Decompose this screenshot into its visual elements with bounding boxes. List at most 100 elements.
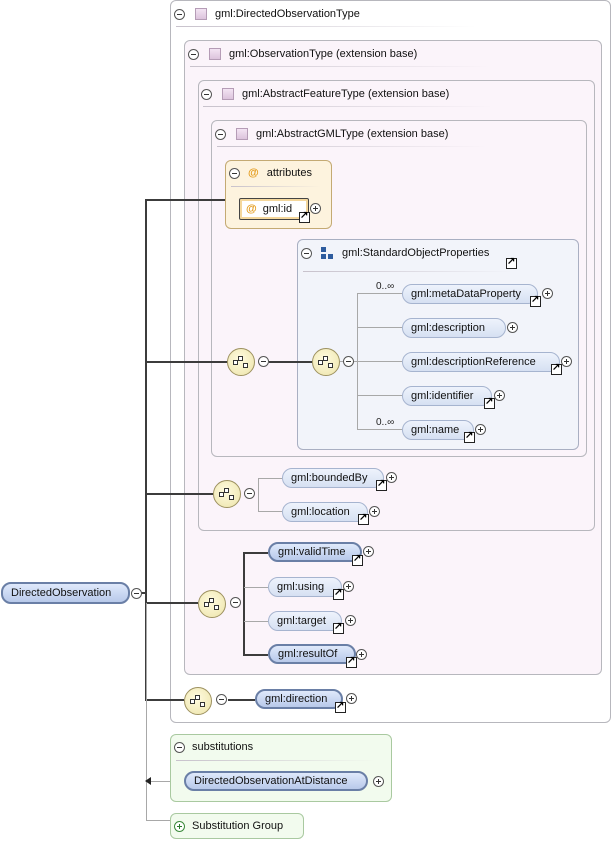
attribute-icon: @: [248, 167, 259, 179]
connector: [228, 699, 255, 701]
collapse-icon[interactable]: [229, 167, 240, 179]
collapse-icon[interactable]: [174, 741, 185, 753]
collapse-icon[interactable]: [201, 88, 212, 100]
element-result-of[interactable]: gml:resultOf: [268, 644, 356, 664]
element-label: gml:using: [277, 581, 325, 593]
group-name: gml:StandardObjectProperties: [342, 247, 490, 259]
cardinality-label: 0..∞: [376, 417, 395, 428]
element-direction[interactable]: gml:direction: [255, 689, 343, 709]
connector: [145, 699, 184, 701]
link-icon[interactable]: [376, 478, 387, 491]
link-icon[interactable]: [530, 294, 541, 307]
element-target[interactable]: gml:target: [268, 611, 342, 631]
sequence-compositor[interactable]: [227, 348, 255, 376]
expand-icon[interactable]: [386, 472, 397, 483]
link-icon[interactable]: [333, 587, 344, 600]
element-label: gml:description: [411, 322, 485, 334]
link-icon[interactable]: [299, 210, 310, 223]
sequence-icon: [190, 695, 206, 707]
expand-icon[interactable]: [343, 581, 354, 592]
collapse-icon[interactable]: [244, 488, 255, 499]
element-using[interactable]: gml:using: [268, 577, 342, 597]
connector: [258, 478, 259, 511]
sequence-compositor[interactable]: [213, 480, 241, 508]
link-icon[interactable]: [346, 655, 357, 668]
divider: [217, 146, 487, 147]
expand-icon[interactable]: [345, 615, 356, 626]
attributes-header: @ attributes: [229, 165, 312, 181]
element-label: DirectedObservation: [11, 587, 112, 599]
connector: [243, 552, 268, 554]
element-label: gml:target: [277, 615, 326, 627]
collapse-icon[interactable]: [174, 8, 185, 20]
link-icon[interactable]: [506, 256, 517, 269]
connector: [244, 587, 268, 588]
connector: [269, 361, 312, 363]
collapse-icon[interactable]: [131, 588, 142, 599]
divider: [190, 66, 490, 67]
element-valid-time[interactable]: gml:validTime: [268, 542, 362, 562]
expand-icon[interactable]: [494, 390, 505, 401]
collapse-icon[interactable]: [343, 356, 354, 367]
attributes-label: attributes: [266, 167, 312, 179]
expand-icon[interactable]: [174, 820, 185, 832]
directed-observation-type-header: gml:DirectedObservationType: [174, 6, 360, 22]
standard-object-properties-header: gml:StandardObjectProperties: [301, 245, 489, 261]
divider: [303, 271, 513, 272]
link-icon[interactable]: [484, 396, 495, 409]
divider: [176, 760, 376, 761]
element-identifier[interactable]: gml:identifier: [402, 386, 492, 406]
expand-icon[interactable]: [369, 506, 380, 517]
type-name: gml:AbstractFeatureType (extension base): [242, 88, 450, 100]
collapse-icon[interactable]: [188, 48, 199, 60]
collapse-icon[interactable]: [301, 247, 312, 259]
expand-icon[interactable]: [507, 322, 518, 333]
expand-icon[interactable]: [310, 203, 321, 214]
connector: [243, 654, 268, 656]
collapse-icon[interactable]: [215, 128, 226, 140]
expand-icon[interactable]: [561, 356, 572, 367]
collapse-icon[interactable]: [216, 694, 227, 705]
abstract-gml-type-header: gml:AbstractGMLType (extension base): [215, 126, 448, 142]
element-label: gml:resultOf: [278, 648, 338, 660]
link-icon[interactable]: [333, 621, 344, 634]
link-icon[interactable]: [464, 430, 475, 443]
sequence-icon: [204, 598, 220, 610]
element-description[interactable]: gml:description: [402, 318, 506, 338]
substitutions-label: substitutions: [192, 741, 254, 753]
expand-icon[interactable]: [373, 776, 384, 787]
type-name: gml:DirectedObservationType: [215, 8, 360, 20]
sequence-compositor[interactable]: [198, 590, 226, 618]
link-icon[interactable]: [335, 700, 346, 713]
connector: [258, 478, 282, 479]
link-icon[interactable]: [352, 553, 363, 566]
link-icon[interactable]: [358, 512, 369, 525]
link-icon[interactable]: [551, 362, 562, 375]
expand-icon[interactable]: [346, 693, 357, 704]
expand-icon[interactable]: [542, 288, 553, 299]
connector: [146, 603, 147, 820]
substitution-group-label: Substitution Group: [192, 820, 284, 832]
element-bounded-by[interactable]: gml:boundedBy: [282, 468, 384, 488]
connector: [145, 199, 225, 201]
attribute-name: gml:id: [262, 203, 293, 215]
element-location[interactable]: gml:location: [282, 502, 368, 522]
divider: [203, 106, 493, 107]
connector: [145, 361, 227, 363]
type-icon: [195, 8, 207, 20]
element-directed-observation-at-distance[interactable]: DirectedObservationAtDistance: [184, 771, 368, 791]
connector: [244, 621, 268, 622]
sequence-compositor[interactable]: [312, 348, 340, 376]
substitutions-header: substitutions: [174, 739, 253, 755]
element-description-reference[interactable]: gml:descriptionReference: [402, 352, 560, 372]
type-icon: [222, 88, 234, 100]
sequence-compositor[interactable]: [184, 687, 212, 715]
expand-icon[interactable]: [363, 546, 374, 557]
element-meta-data-property[interactable]: gml:metaDataProperty: [402, 284, 538, 304]
expand-icon[interactable]: [475, 424, 486, 435]
root-element-directed-observation[interactable]: DirectedObservation: [1, 582, 130, 604]
abstract-feature-type-header: gml:AbstractFeatureType (extension base): [201, 86, 449, 102]
collapse-icon[interactable]: [230, 597, 241, 608]
expand-icon[interactable]: [356, 649, 367, 660]
collapse-icon[interactable]: [258, 356, 269, 367]
